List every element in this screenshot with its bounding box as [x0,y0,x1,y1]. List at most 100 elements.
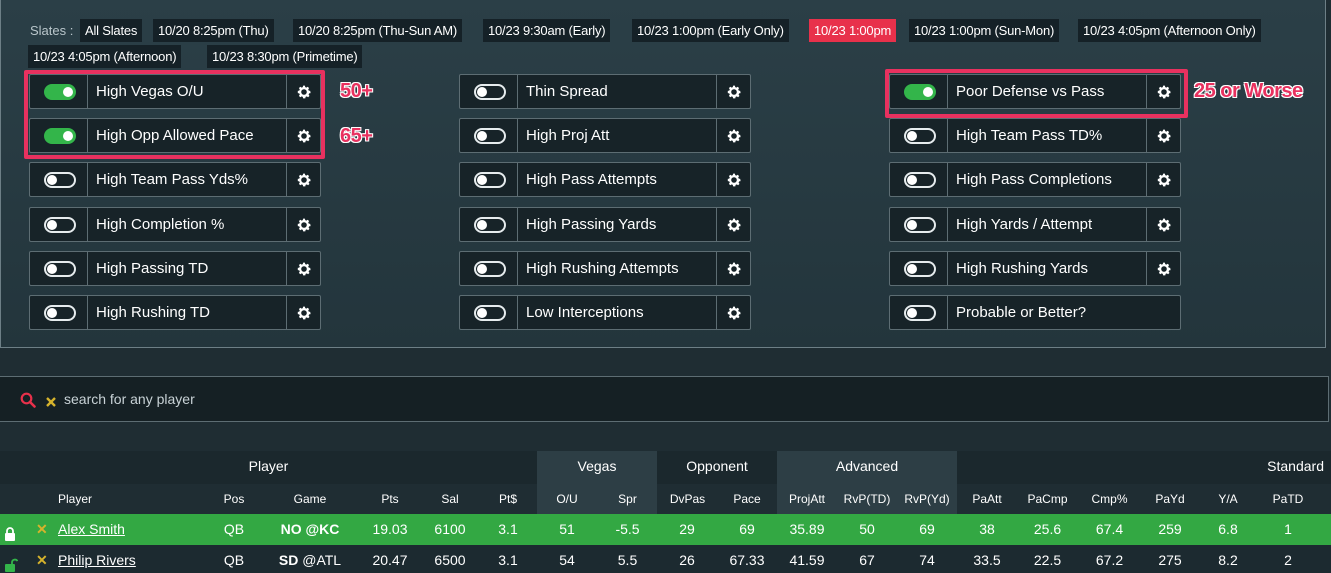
cell-pace: 69 [739,521,755,537]
clear-icon[interactable] [45,395,57,413]
slate-1023-early-only[interactable]: 10/23 1:00pm (Early Only) [632,19,789,42]
column-header[interactable]: O/U [547,484,587,514]
toggle-knob [907,131,917,141]
gear-icon[interactable] [1146,208,1180,241]
slate-1020-thu-sun[interactable]: 10/20 8:25pm (Thu-Sun AM) [293,19,463,42]
toggle-knob [47,220,57,230]
slate-1023-afternoon[interactable]: 10/23 4:05pm (Afternoon) [28,45,182,68]
column-header[interactable]: PaTD [1263,484,1313,514]
cell-ya: 6.8 [1218,521,1238,537]
gear-icon[interactable] [1146,163,1180,196]
slate-all[interactable]: All Slates [80,19,143,42]
filter-toggle-switch[interactable] [904,128,936,144]
cell-projatt: 35.89 [789,521,825,537]
cell-game: NO @KC [270,514,350,545]
cell-pacmp: 22.5 [1033,552,1062,568]
toggle-knob [477,264,487,274]
filter-label: High Yards / Attempt [956,216,1093,233]
group-vegas: Vegas [577,458,617,474]
filter-toggle-switch[interactable] [904,305,936,321]
filter-toggle-switch[interactable] [904,172,936,188]
column-header[interactable]: PaCmp [1020,484,1075,514]
filter-toggle-switch[interactable] [474,84,506,100]
gear-icon[interactable] [716,252,750,285]
column-header[interactable]: RvP(TD) [842,484,892,514]
cell-cmp: 67.2 [1095,552,1124,568]
slate-1023-primetime[interactable]: 10/23 8:30pm (Primetime) [207,45,363,68]
filter-toggle-switch[interactable] [904,261,936,277]
column-header[interactable]: Pos [214,484,254,514]
column-header[interactable]: Pace [722,484,772,514]
column-header[interactable]: Player [45,484,105,514]
filter-col3-5: Probable or Better? [889,295,1181,330]
filter-label: Probable or Better? [956,304,1087,321]
filter-toggle-switch[interactable] [44,261,76,277]
toggle-cell [460,75,518,108]
filter-toggle-switch[interactable] [904,217,936,233]
gear-icon[interactable] [716,163,750,196]
column-header[interactable]: Sal [425,484,475,514]
column-header[interactable]: Cmp% [1082,484,1137,514]
player-search[interactable]: search for any player [0,376,1329,422]
cell-paatt: 38 [979,521,995,537]
column-header[interactable]: Pts [365,484,415,514]
search-input[interactable]: search for any player [64,391,195,407]
cell-patd: 1 [1284,521,1292,537]
cell-paatt: 33.5 [973,552,1001,568]
column-header[interactable]: RvP(Yd) [902,484,952,514]
gear-icon[interactable] [716,296,750,329]
slate-1023-afternoon-only[interactable]: 10/23 4:05pm (Afternoon Only) [1078,19,1261,42]
gear-icon[interactable] [286,208,320,241]
filter-toggle-switch[interactable] [474,305,506,321]
gear-icon[interactable] [716,119,750,152]
cell-pt-dollar: 3.1 [498,552,518,568]
remove-icon[interactable]: ✕ [36,545,48,573]
group-advanced: Advanced [835,458,899,474]
filter-toggle-switch[interactable] [474,217,506,233]
column-header[interactable]: ProjAtt [782,484,832,514]
column-header[interactable]: Spr [605,484,650,514]
toggle-cell [460,208,518,241]
filter-toggle-switch[interactable] [474,261,506,277]
gear-icon[interactable] [1146,119,1180,152]
game-team: SD [278,552,299,568]
table-row[interactable]: ✕ Alex Smith QB NO @KC 19.03 6100 3.1 51… [0,514,1331,545]
unlock-icon[interactable] [4,552,19,573]
slate-1020-thu[interactable]: 10/20 8:25pm (Thu) [153,19,274,42]
filter-toggle-switch[interactable] [44,305,76,321]
column-header[interactable]: Pt$ [488,484,528,514]
table-row[interactable]: ✕ Philip Rivers QB SD @ATL 20.47 6500 3.… [0,545,1331,573]
gear-icon[interactable] [286,163,320,196]
cell-cmp: 67.4 [1095,521,1124,537]
gear-icon[interactable] [286,296,320,329]
gear-icon[interactable] [716,208,750,241]
column-header[interactable]: DvPas [660,484,715,514]
column-header[interactable]: PaAtt [962,484,1012,514]
cell-rvpyd: 69 [919,521,935,537]
filter-toggle-switch[interactable] [474,172,506,188]
filter-toggle-switch[interactable] [474,128,506,144]
slate-1023-sun-mon[interactable]: 10/23 1:00pm (Sun-Mon) [909,19,1060,42]
cell-ou: 54 [559,552,575,568]
player-name[interactable]: Alex Smith [58,514,125,545]
gear-icon[interactable] [286,252,320,285]
filter-col2-2: High Pass Attempts [459,162,751,197]
toggle-cell [890,119,948,152]
player-name[interactable]: Philip Rivers [58,545,136,573]
filter-col2-4: High Rushing Attempts [459,251,751,286]
filter-col1-5: High Rushing TD [29,295,321,330]
cell-payd: 259 [1158,521,1182,537]
gear-icon[interactable] [1146,252,1180,285]
column-header[interactable]: PaYd [1145,484,1195,514]
column-header[interactable]: Y/A [1203,484,1253,514]
filter-toggle-switch[interactable] [44,217,76,233]
gear-icon[interactable] [716,75,750,108]
toggle-knob [477,308,487,318]
filter-toggle-switch[interactable] [44,172,76,188]
remove-icon[interactable]: ✕ [36,514,48,545]
slate-1023-1pm[interactable]: 10/23 1:00pm [809,19,897,42]
column-header[interactable]: Game [270,484,350,514]
cell-pts: 19.03 [372,521,408,537]
group-standard: Standard [1267,458,1324,474]
slate-1023-early[interactable]: 10/23 9:30am (Early) [483,19,611,42]
